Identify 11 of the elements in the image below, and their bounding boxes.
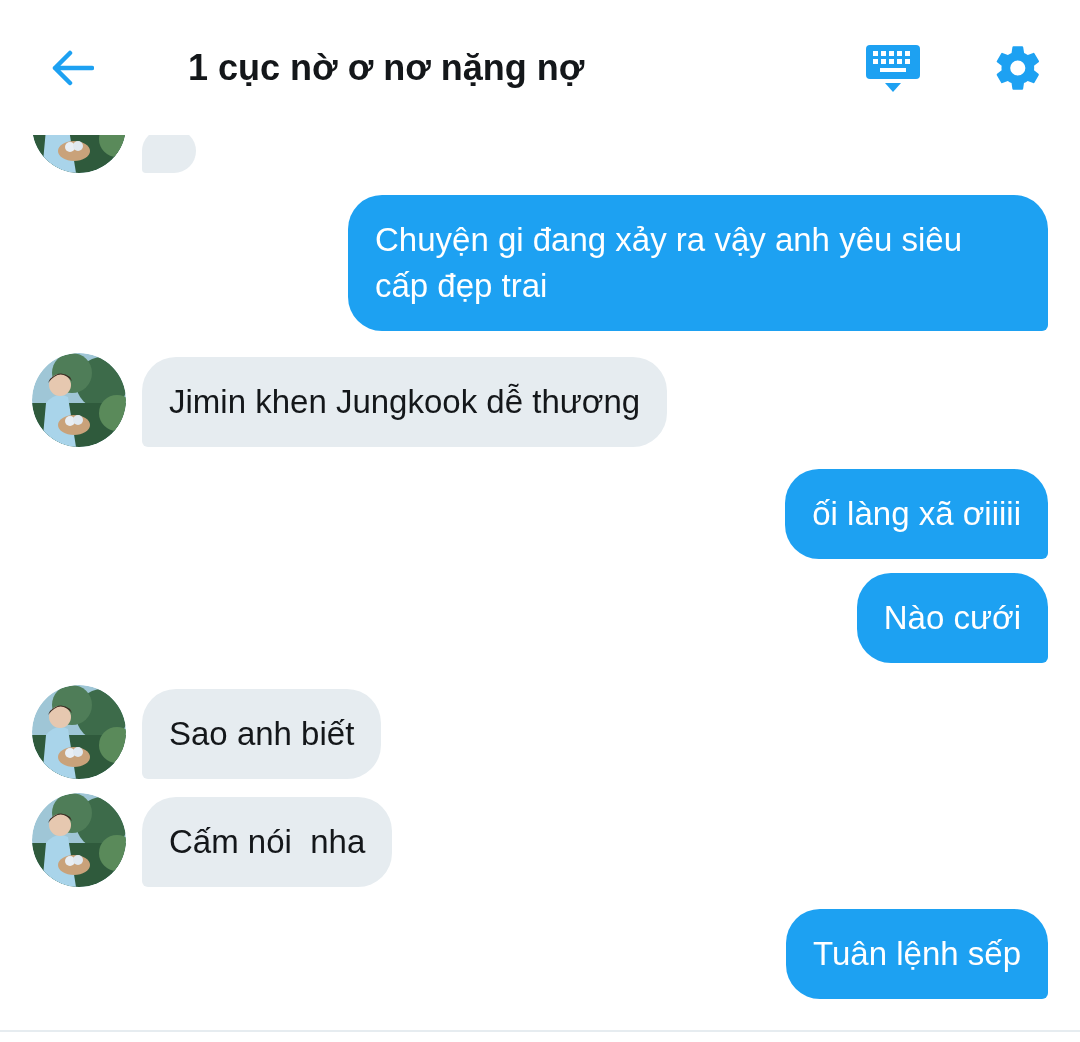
received-message: Jimin khen Jungkook dễ thương <box>142 357 668 447</box>
received-message: Cấm nói nha <box>142 797 393 887</box>
received-message <box>142 135 196 173</box>
back-icon[interactable] <box>50 49 94 86</box>
chat-title: 1 cục nờ ơ nơ nặng nợ <box>188 45 585 90</box>
sent-message: Tuân lệnh sếp <box>786 909 1048 999</box>
sent-message: Nào cưới <box>856 573 1048 663</box>
keyboard-icon[interactable] <box>866 42 920 93</box>
sent-message: Chuyện gi đang xảy ra vậy anh yêu siêu cấp đẹp trai <box>348 195 1048 331</box>
received-message: Sao anh biết <box>142 689 382 779</box>
sent-message: ối làng xã ơiiiii <box>785 469 1048 559</box>
